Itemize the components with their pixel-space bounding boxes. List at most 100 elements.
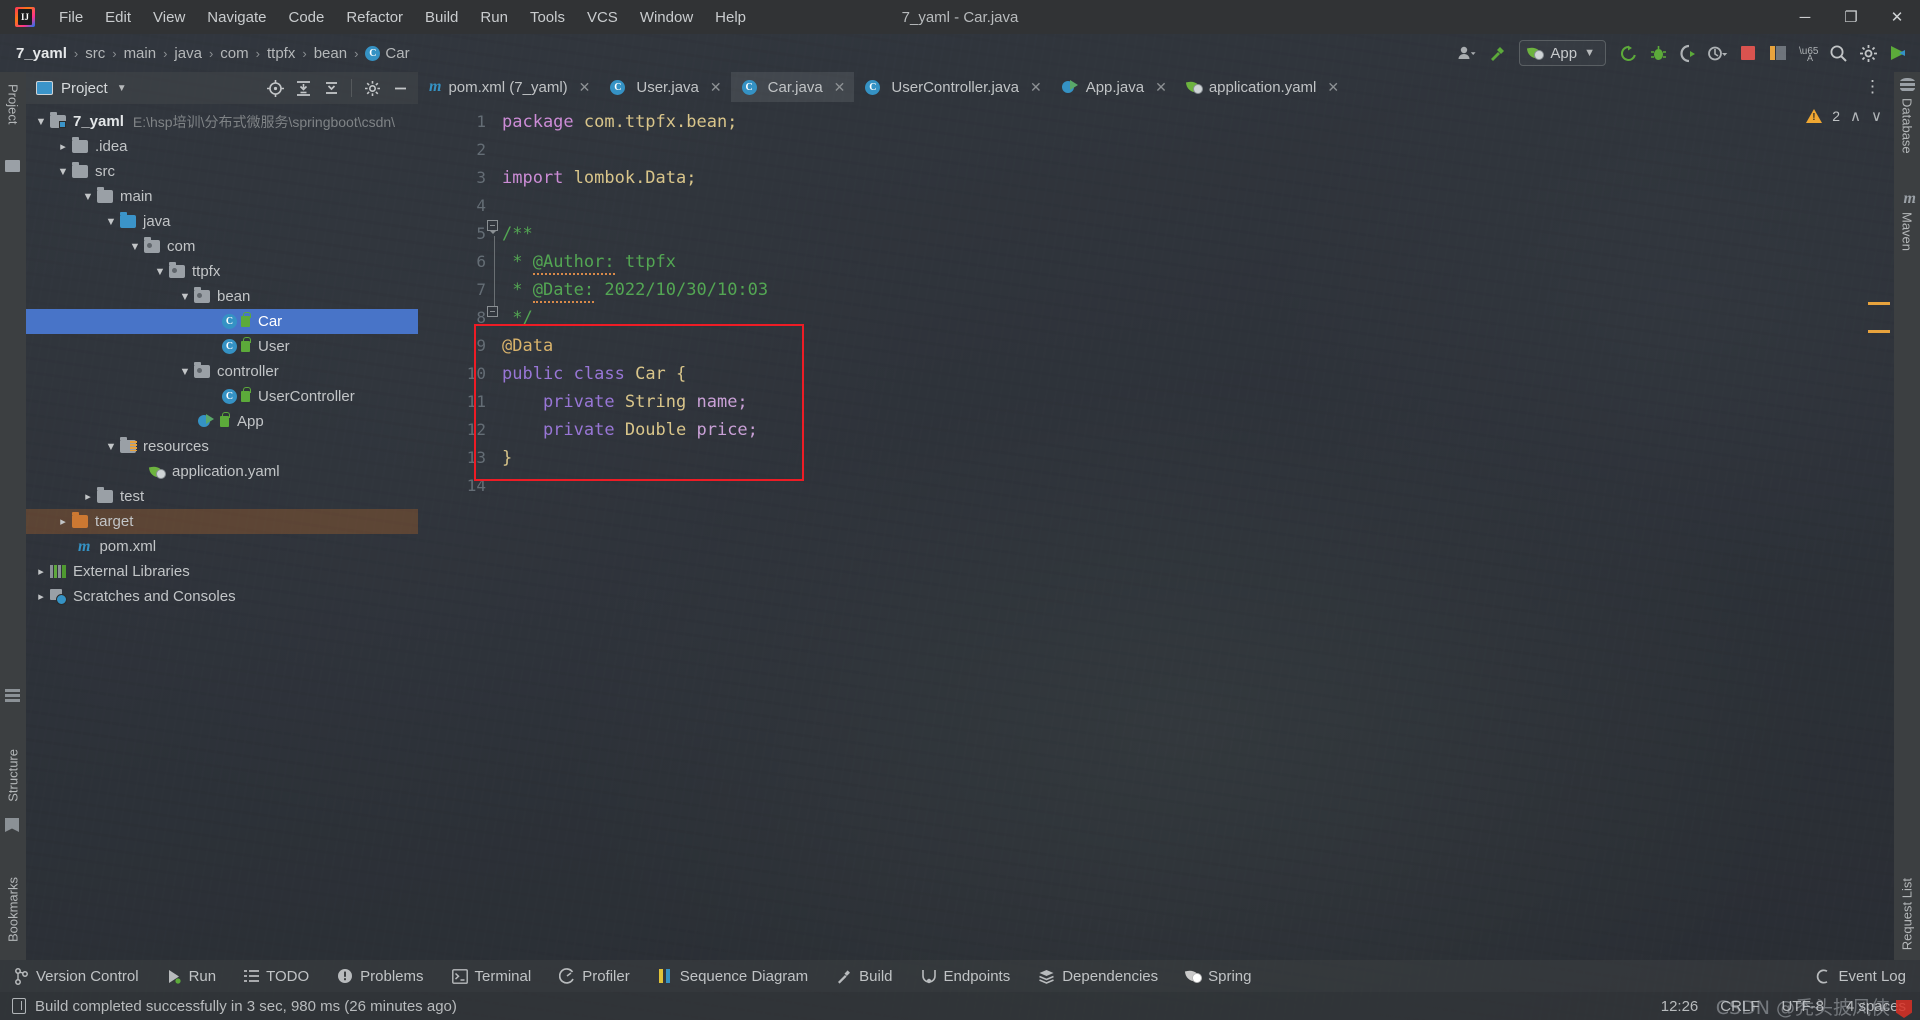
tree-item-application-yaml[interactable]: application.yaml (26, 459, 418, 484)
tab-application-yaml[interactable]: application.yaml ✕ (1176, 72, 1348, 102)
code-editor[interactable]: 1 2 3 4 5 6 7 8 9 10 11 12 13 14 package… (418, 102, 1894, 960)
select-opened-file-icon[interactable] (263, 76, 287, 100)
run-configuration-selector[interactable]: App ▼ (1519, 40, 1606, 66)
tab-usercontroller-java[interactable]: C UserController.java ✕ (854, 72, 1050, 102)
tool-button-problems[interactable]: Problems (323, 960, 437, 992)
breadcrumb-item-src[interactable]: src (85, 45, 105, 62)
tool-button-build[interactable]: Build (822, 960, 906, 992)
tool-button-dependencies[interactable]: Dependencies (1024, 960, 1172, 992)
chevron-down-icon[interactable]: ▼ (128, 240, 142, 254)
chevron-down-icon[interactable]: ▼ (178, 290, 192, 304)
tree-item-car[interactable]: C Car (26, 309, 418, 334)
chevron-down-icon[interactable]: ▼ (117, 83, 127, 94)
tree-item-idea[interactable]: ▸ .idea (26, 134, 418, 159)
menu-file[interactable]: File (48, 5, 94, 30)
breadcrumb-item-car[interactable]: Car (385, 45, 409, 62)
tree-item-app[interactable]: App (26, 409, 418, 434)
tree-item-controller[interactable]: ▼ controller (26, 359, 418, 384)
chevron-down-icon[interactable]: ▼ (153, 265, 167, 279)
tree-item-scratches-consoles[interactable]: ▸ Scratches and Consoles (26, 584, 418, 609)
translate-icon[interactable]: \u6587 A (1794, 39, 1822, 67)
tree-item-module-root[interactable]: ▼ 7_yaml E:\hsp培训\分布式微服务\springboot\csdn… (26, 109, 418, 134)
menu-navigate[interactable]: Navigate (196, 5, 277, 30)
editor-text[interactable]: package com.ttpfx.bean; import lombok.Da… (474, 102, 1894, 960)
maximize-button[interactable]: ❐ (1828, 0, 1874, 34)
menu-run[interactable]: Run (469, 5, 519, 30)
build-status-icon[interactable] (12, 998, 26, 1014)
chevron-down-icon[interactable]: ▼ (178, 365, 192, 379)
line-separator[interactable]: CRLF (1720, 998, 1759, 1015)
settings-gear-icon[interactable] (360, 76, 384, 100)
tab-pom-xml[interactable]: m pom.xml (7_yaml) ✕ (418, 72, 599, 102)
more-options-icon[interactable]: ⋮ (1858, 77, 1888, 97)
menu-build[interactable]: Build (414, 5, 469, 30)
tree-item-ttpfx[interactable]: ▼ ttpfx (26, 259, 418, 284)
menu-tools[interactable]: Tools (519, 5, 576, 30)
layout-icon[interactable] (1764, 39, 1792, 67)
tab-car-java[interactable]: C Car.java ✕ (730, 72, 855, 102)
search-everywhere-icon[interactable] (1824, 39, 1852, 67)
settings-gear-icon[interactable] (1854, 39, 1882, 67)
chevron-down-icon[interactable]: ▼ (34, 115, 48, 129)
chevron-down-icon[interactable]: ▼ (104, 215, 118, 229)
menu-code[interactable]: Code (277, 5, 335, 30)
fold-marker-close-icon[interactable] (487, 304, 500, 317)
menu-edit[interactable]: Edit (94, 5, 142, 30)
chevron-right-icon[interactable]: ▸ (34, 590, 48, 604)
user-avatar-icon[interactable] (1453, 39, 1481, 67)
fold-marker-open-icon[interactable] (487, 220, 500, 234)
debug-icon[interactable] (1644, 39, 1672, 67)
tree-item-resources[interactable]: ▼ resources (26, 434, 418, 459)
error-stripe-marker[interactable] (1868, 302, 1890, 305)
close-tab-icon[interactable]: ✕ (1327, 79, 1339, 96)
breadcrumb-item-java[interactable]: java (174, 45, 202, 62)
expand-all-icon[interactable] (291, 76, 315, 100)
sidebar-tab-bookmarks[interactable]: Bookmarks (0, 869, 26, 950)
chevron-down-icon[interactable]: ▼ (81, 190, 95, 204)
caret-position[interactable]: 12:26 (1661, 998, 1699, 1015)
tree-item-main[interactable]: ▼ main (26, 184, 418, 209)
tree-item-pom-xml[interactable]: m pom.xml (26, 534, 418, 559)
tree-item-bean[interactable]: ▼ bean (26, 284, 418, 309)
tool-button-profiler[interactable]: Profiler (545, 960, 644, 992)
hide-panel-icon[interactable] (388, 76, 412, 100)
collapse-all-icon[interactable] (319, 76, 343, 100)
tree-item-src[interactable]: ▼ src (26, 159, 418, 184)
sidebar-tab-structure[interactable]: Structure (0, 741, 26, 810)
run-with-coverage-icon[interactable] (1674, 39, 1702, 67)
sidebar-tab-maven[interactable]: Maven (1894, 212, 1920, 251)
tree-item-external-libraries[interactable]: ▸ External Libraries (26, 559, 418, 584)
tree-item-com[interactable]: ▼ com (26, 234, 418, 259)
stop-icon[interactable] (1734, 39, 1762, 67)
chevron-right-icon[interactable]: ▸ (56, 140, 70, 154)
minimize-button[interactable]: ─ (1782, 0, 1828, 34)
tree-item-test[interactable]: ▸ test (26, 484, 418, 509)
tool-button-event-log[interactable]: Event Log (1802, 960, 1920, 992)
menu-help[interactable]: Help (704, 5, 757, 30)
tool-button-todo[interactable]: TODO (230, 960, 323, 992)
close-tab-icon[interactable]: ✕ (1155, 79, 1167, 96)
tool-button-endpoints[interactable]: Endpoints (907, 960, 1025, 992)
tool-button-version-control[interactable]: Version Control (0, 960, 153, 992)
breadcrumb-item-bean[interactable]: bean (314, 45, 347, 62)
tool-button-spring[interactable]: Spring (1172, 960, 1265, 992)
breadcrumb-item-com[interactable]: com (220, 45, 248, 62)
chevron-down-icon[interactable]: ▼ (56, 165, 70, 179)
tool-button-sequence-diagram[interactable]: Sequence Diagram (644, 960, 822, 992)
close-tab-icon[interactable]: ✕ (710, 79, 722, 96)
tool-button-run[interactable]: Run (153, 960, 231, 992)
tab-user-java[interactable]: C User.java ✕ (599, 72, 730, 102)
close-tab-icon[interactable]: ✕ (579, 79, 591, 96)
tree-item-usercontroller[interactable]: C UserController (26, 384, 418, 409)
sidebar-tab-database[interactable]: Database (1894, 98, 1920, 154)
close-button[interactable]: ✕ (1874, 0, 1920, 34)
sidebar-tab-request-list[interactable]: Request List (1894, 878, 1920, 950)
tree-item-target[interactable]: ▸ target (26, 509, 418, 534)
rerun-icon[interactable] (1614, 39, 1642, 67)
tree-item-user[interactable]: C User (26, 334, 418, 359)
ide-updates-icon[interactable] (1884, 39, 1912, 67)
menu-window[interactable]: Window (629, 5, 704, 30)
close-tab-icon[interactable]: ✕ (834, 79, 846, 96)
sidebar-tab-project[interactable]: Project (0, 76, 26, 132)
menu-refactor[interactable]: Refactor (335, 5, 414, 30)
